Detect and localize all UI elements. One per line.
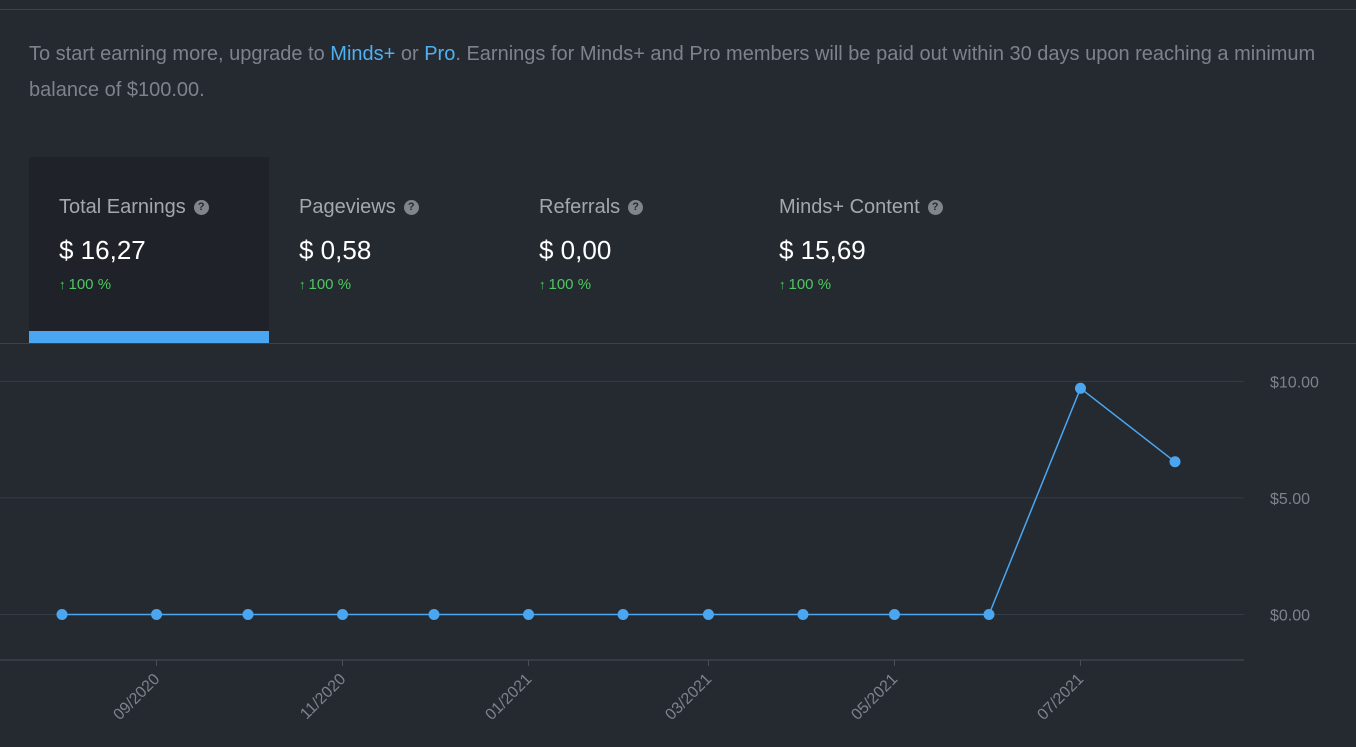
tab-label: Pageviews bbox=[299, 196, 396, 219]
trend-indicator: ↑100 % bbox=[299, 276, 351, 293]
tab-label: Minds+ Content bbox=[779, 196, 920, 219]
tab-value: $ 15,69 bbox=[779, 235, 866, 266]
top-divider bbox=[0, 9, 1356, 10]
tab-value: $ 16,27 bbox=[59, 235, 146, 266]
tab-label: Total Earnings bbox=[59, 196, 186, 219]
arrow-up-icon: ↑ bbox=[539, 277, 546, 292]
question-circle-icon[interactable]: ? bbox=[628, 200, 643, 215]
y-tick-label: $0.00 bbox=[1270, 608, 1310, 625]
tab-label-row: Referrals ? bbox=[539, 196, 643, 219]
question-circle-icon[interactable]: ? bbox=[404, 200, 419, 215]
series-line bbox=[62, 388, 1175, 614]
data-point bbox=[243, 609, 254, 620]
trend-indicator: ↑100 % bbox=[539, 276, 591, 293]
tab-label: Referrals bbox=[539, 196, 620, 219]
trend-value: 100 % bbox=[549, 276, 592, 293]
y-tick-label: $10.00 bbox=[1270, 374, 1319, 391]
arrow-up-icon: ↑ bbox=[779, 277, 786, 292]
data-point bbox=[889, 609, 900, 620]
tab-total-earnings[interactable]: Total Earnings ? $ 16,27 ↑100 % bbox=[29, 157, 269, 343]
earnings-line-chart: $10.00 $5.00 $0.00 09/2020 11/2020 01/2021 03/… bbox=[0, 344, 1356, 747]
upgrade-notice: To start earning more, upgrade to Minds+… bbox=[29, 36, 1329, 108]
question-circle-icon[interactable]: ? bbox=[928, 200, 943, 215]
y-tick-label: $5.00 bbox=[1270, 491, 1310, 508]
data-point bbox=[797, 609, 808, 620]
data-point bbox=[57, 609, 68, 620]
notice-prefix: To start earning more, upgrade to bbox=[29, 43, 330, 65]
x-tick-label: 07/2021 bbox=[1034, 671, 1087, 724]
tab-minds-plus-content[interactable]: Minds+ Content ? $ 15,69 ↑100 % bbox=[749, 157, 989, 343]
trend-value: 100 % bbox=[69, 276, 112, 293]
data-point bbox=[983, 609, 994, 620]
pro-link[interactable]: Pro bbox=[424, 43, 455, 65]
question-circle-icon[interactable]: ? bbox=[194, 200, 209, 215]
tab-value: $ 0,00 bbox=[539, 235, 611, 266]
trend-value: 100 % bbox=[309, 276, 352, 293]
x-tick-label: 05/2021 bbox=[848, 671, 901, 724]
data-point bbox=[337, 609, 348, 620]
data-point bbox=[1170, 456, 1181, 467]
trend-value: 100 % bbox=[789, 276, 832, 293]
x-tick-label: 11/2020 bbox=[297, 671, 349, 723]
arrow-up-icon: ↑ bbox=[299, 277, 306, 292]
x-tick-label: 09/2020 bbox=[110, 671, 163, 724]
data-point bbox=[1075, 383, 1086, 394]
tab-pageviews[interactable]: Pageviews ? $ 0,58 ↑100 % bbox=[269, 157, 509, 343]
trend-indicator: ↑100 % bbox=[779, 276, 831, 293]
notice-middle: or bbox=[395, 43, 424, 65]
tab-label-row: Total Earnings ? bbox=[59, 196, 209, 219]
data-point bbox=[151, 609, 162, 620]
tab-referrals[interactable]: Referrals ? $ 0,00 ↑100 % bbox=[509, 157, 749, 343]
minds-plus-link[interactable]: Minds+ bbox=[330, 43, 395, 65]
x-tick-label: 03/2021 bbox=[662, 671, 715, 724]
arrow-up-icon: ↑ bbox=[59, 277, 66, 292]
data-point bbox=[429, 609, 440, 620]
tab-label-row: Pageviews ? bbox=[299, 196, 419, 219]
trend-indicator: ↑100 % bbox=[59, 276, 111, 293]
data-point bbox=[703, 609, 714, 620]
data-point bbox=[618, 609, 629, 620]
x-tick-label: 01/2021 bbox=[482, 671, 535, 724]
active-tab-indicator bbox=[29, 331, 269, 343]
data-point bbox=[523, 609, 534, 620]
tab-label-row: Minds+ Content ? bbox=[779, 196, 943, 219]
tab-value: $ 0,58 bbox=[299, 235, 371, 266]
